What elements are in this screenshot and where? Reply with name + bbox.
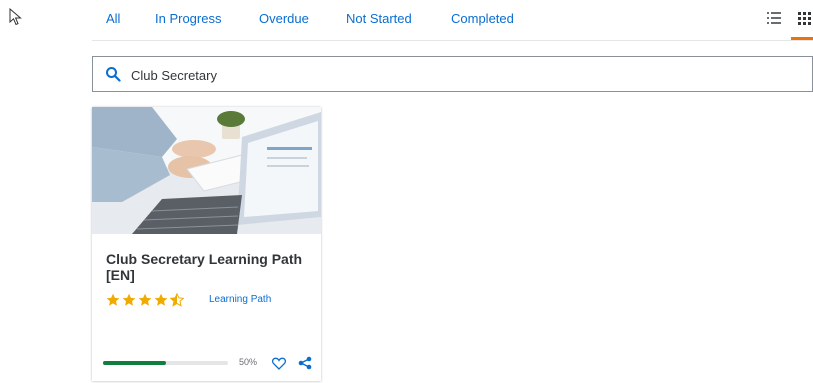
learning-card[interactable]: Club Secretary Learning Path [EN] Learni… bbox=[92, 107, 321, 381]
list-view-icon[interactable] bbox=[765, 9, 783, 27]
share-icon[interactable] bbox=[298, 356, 312, 370]
filter-tab-bar: All In Progress Overdue Not Started Comp… bbox=[92, 0, 813, 41]
course-title[interactable]: Club Secretary Learning Path [EN] bbox=[106, 251, 311, 283]
search-input[interactable] bbox=[129, 63, 793, 87]
content-type-link[interactable]: Learning Path bbox=[209, 294, 271, 305]
tab-in-progress[interactable]: In Progress bbox=[155, 11, 221, 26]
rating-stars bbox=[106, 293, 184, 307]
search-field bbox=[92, 56, 813, 92]
search-icon[interactable] bbox=[105, 66, 121, 82]
active-view-indicator bbox=[791, 37, 813, 40]
mouse-cursor-icon bbox=[9, 8, 22, 26]
tab-all[interactable]: All bbox=[106, 11, 120, 26]
progress-bar-fill bbox=[103, 361, 166, 365]
progress-percent: 50% bbox=[239, 357, 258, 367]
tab-not-started[interactable]: Not Started bbox=[346, 11, 412, 26]
grid-view-icon[interactable] bbox=[796, 9, 813, 27]
star-full-icon bbox=[138, 293, 152, 306]
tab-completed[interactable]: Completed bbox=[451, 11, 514, 26]
tab-overdue[interactable]: Overdue bbox=[259, 11, 309, 26]
heart-icon[interactable] bbox=[272, 357, 286, 370]
course-thumbnail-image bbox=[92, 107, 321, 234]
star-full-icon bbox=[106, 293, 120, 306]
star-full-icon bbox=[154, 293, 168, 306]
star-full-icon bbox=[122, 293, 136, 306]
progress-bar bbox=[103, 361, 228, 365]
star-half-icon bbox=[170, 293, 184, 307]
